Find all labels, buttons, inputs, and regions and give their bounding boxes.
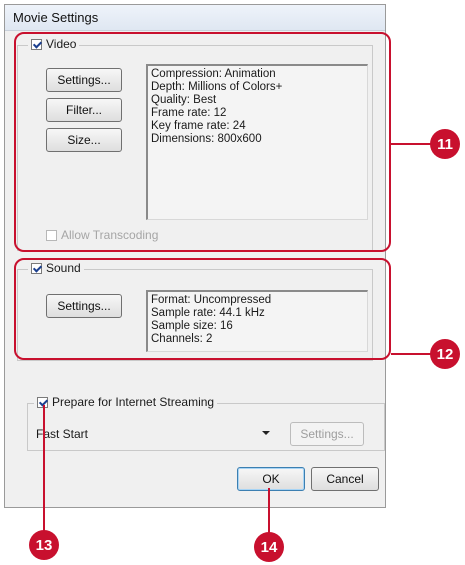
title-bar: Movie Settings [5,5,385,31]
callout-13-line [43,405,45,531]
streaming-group: Prepare for Internet Streaming Fast Star… [27,395,385,451]
callout-12-badge: 12 [430,339,460,369]
dialog-title: Movie Settings [13,10,99,25]
streaming-legend[interactable]: Prepare for Internet Streaming [34,395,218,409]
ok-button[interactable]: OK [237,467,305,491]
dropdown-arrow-icon[interactable] [262,431,270,435]
streaming-label: Prepare for Internet Streaming [52,395,215,409]
cancel-button[interactable]: Cancel [311,467,379,491]
video-highlight-box [14,32,391,252]
callout-11-line [391,143,431,145]
callout-12-line [391,353,431,355]
callout-14-line [268,488,270,533]
callout-14-badge: 14 [254,532,284,562]
callout-13-badge: 13 [29,530,59,560]
streaming-settings-button[interactable]: Settings... [290,422,364,446]
callout-11-badge: 11 [430,129,460,159]
streaming-method-select[interactable]: Fast Start [36,424,272,444]
sound-highlight-box [14,258,391,360]
